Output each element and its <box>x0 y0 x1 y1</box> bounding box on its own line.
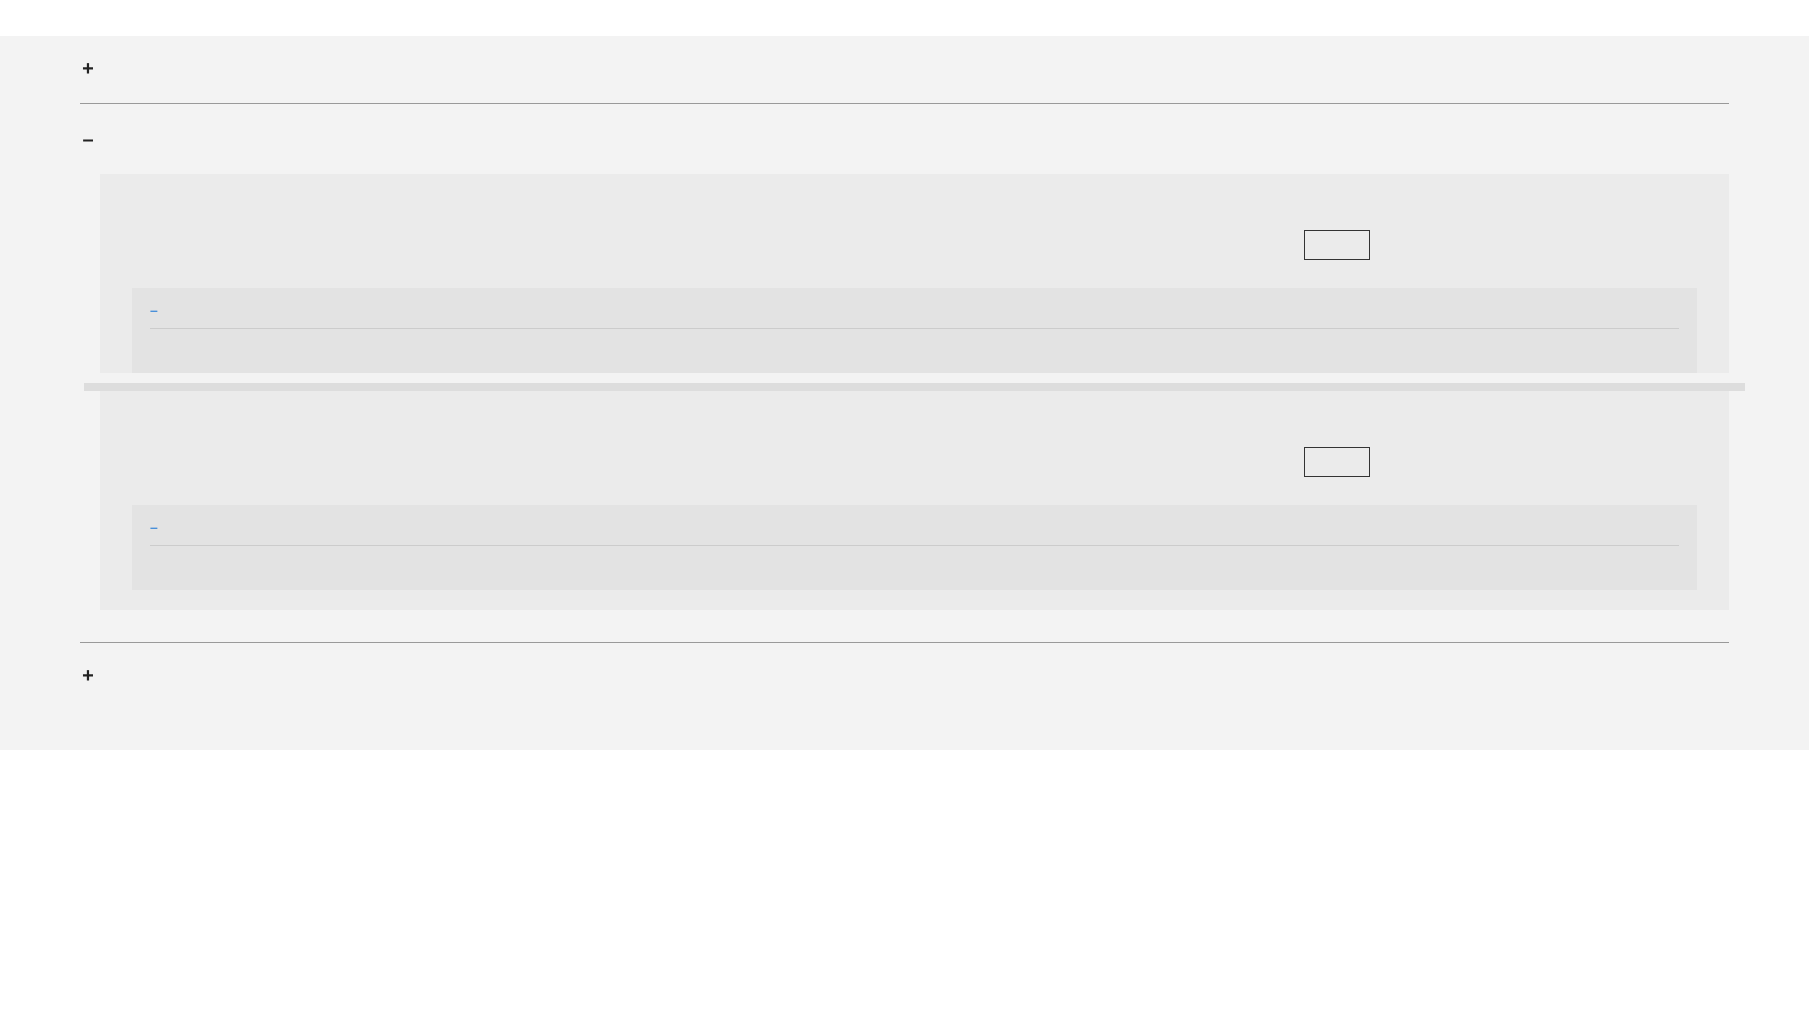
meta-row <box>136 447 1693 477</box>
main-content: + – <box>0 36 1809 750</box>
accordion-header-rhel[interactable]: + <box>80 58 1729 81</box>
driver-card: – <box>100 174 1729 373</box>
card-divider <box>84 383 1745 391</box>
plus-icon: + <box>80 58 96 81</box>
details-header[interactable]: – <box>150 302 1679 329</box>
download-button[interactable] <box>1304 447 1370 477</box>
accordion-body-ubuntu: – <box>80 174 1729 610</box>
driver-card: – <box>100 391 1729 610</box>
accordion-header-sled[interactable]: + <box>80 665 1729 688</box>
details-links <box>150 329 1679 353</box>
details-panel: – <box>132 505 1697 590</box>
meta-revision <box>136 230 525 234</box>
plus-icon: + <box>80 665 96 688</box>
accordion-ubuntu: – <box>80 104 1729 643</box>
download-col <box>1304 447 1693 477</box>
details-panel: – <box>132 288 1697 373</box>
accordion-header-ubuntu[interactable]: – <box>80 126 1729 152</box>
download-button[interactable] <box>1304 230 1370 260</box>
details-header[interactable]: – <box>150 519 1679 546</box>
minus-icon: – <box>150 519 158 535</box>
meta-filesize <box>525 447 914 451</box>
meta-date <box>915 447 1304 451</box>
top-nav <box>0 0 1809 36</box>
accordion-sled: + <box>80 643 1729 710</box>
meta-filesize <box>525 230 914 234</box>
details-links <box>150 546 1679 570</box>
download-col <box>1304 230 1693 260</box>
minus-icon: – <box>80 126 96 152</box>
minus-icon: – <box>80 129 96 152</box>
minus-icon: – <box>150 302 158 318</box>
meta-date <box>915 230 1304 234</box>
meta-row <box>136 230 1693 260</box>
meta-revision <box>136 447 525 451</box>
accordion-rhel: + <box>80 36 1729 104</box>
